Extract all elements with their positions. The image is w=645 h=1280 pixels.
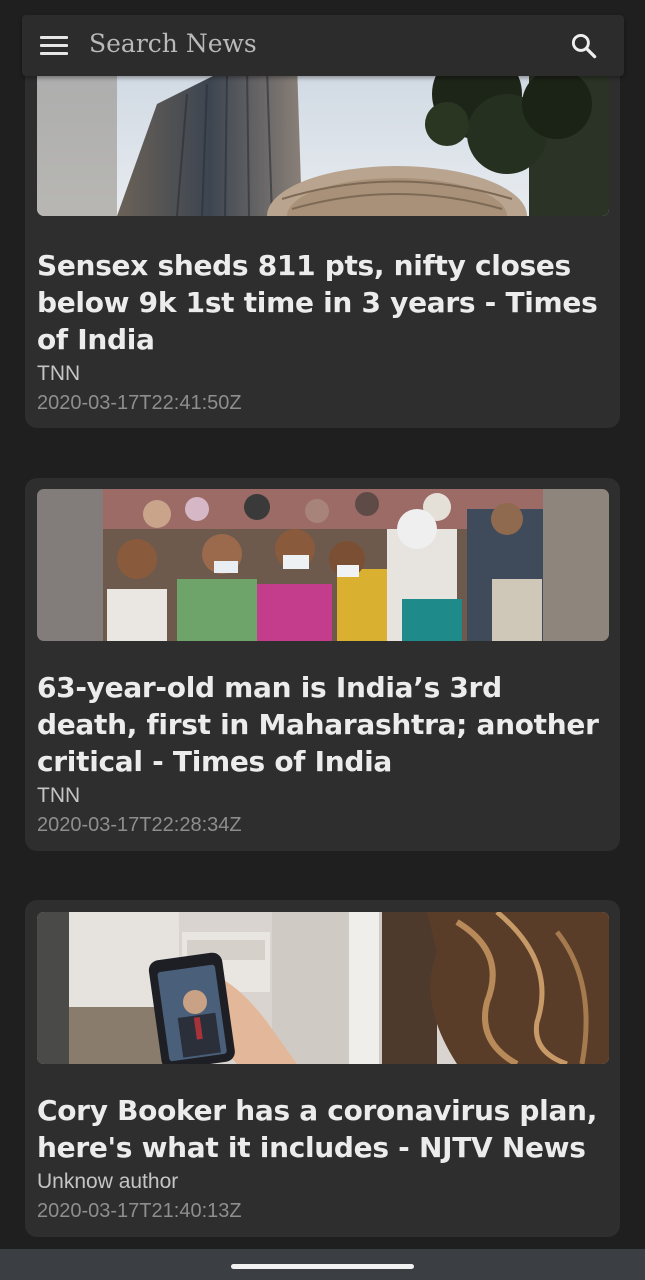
article-title[interactable]: 63-year-old man is India’s 3rd death, fi… — [37, 669, 611, 780]
article-author: TNN — [37, 784, 81, 807]
stock-exchange-building-photo — [37, 64, 609, 216]
article-date: 2020-03-17T22:28:34Z — [37, 814, 242, 836]
hamburger-menu-icon[interactable] — [40, 36, 68, 56]
video-call-phone-photo — [37, 912, 609, 1064]
news-feed-screen: Sensex sheds 811 pts, nifty closes below… — [0, 0, 645, 1280]
search-bar[interactable]: Search News — [22, 15, 624, 76]
article-title[interactable]: Cory Booker has a coronavirus plan, here… — [37, 1092, 611, 1166]
article-date: 2020-03-17T22:41:50Z — [37, 392, 242, 414]
news-card[interactable]: Sensex sheds 811 pts, nifty closes below… — [25, 58, 620, 428]
article-author: Unknow author — [37, 1170, 179, 1193]
article-date: 2020-03-17T21:40:13Z — [37, 1200, 242, 1222]
search-input[interactable]: Search News — [89, 29, 257, 58]
home-indicator[interactable] — [231, 1264, 414, 1269]
search-icon[interactable] — [569, 31, 599, 61]
news-card[interactable]: Cory Booker has a coronavirus plan, here… — [25, 900, 620, 1237]
news-card[interactable]: 63-year-old man is India’s 3rd death, fi… — [25, 478, 620, 851]
article-title[interactable]: Sensex sheds 811 pts, nifty closes below… — [37, 247, 611, 358]
article-image[interactable] — [37, 912, 609, 1064]
article-image[interactable] — [37, 489, 609, 641]
system-navigation-bar — [0, 1249, 645, 1280]
article-image[interactable] — [37, 64, 609, 216]
masked-crowd-photo — [37, 489, 609, 641]
article-author: TNN — [37, 362, 81, 385]
